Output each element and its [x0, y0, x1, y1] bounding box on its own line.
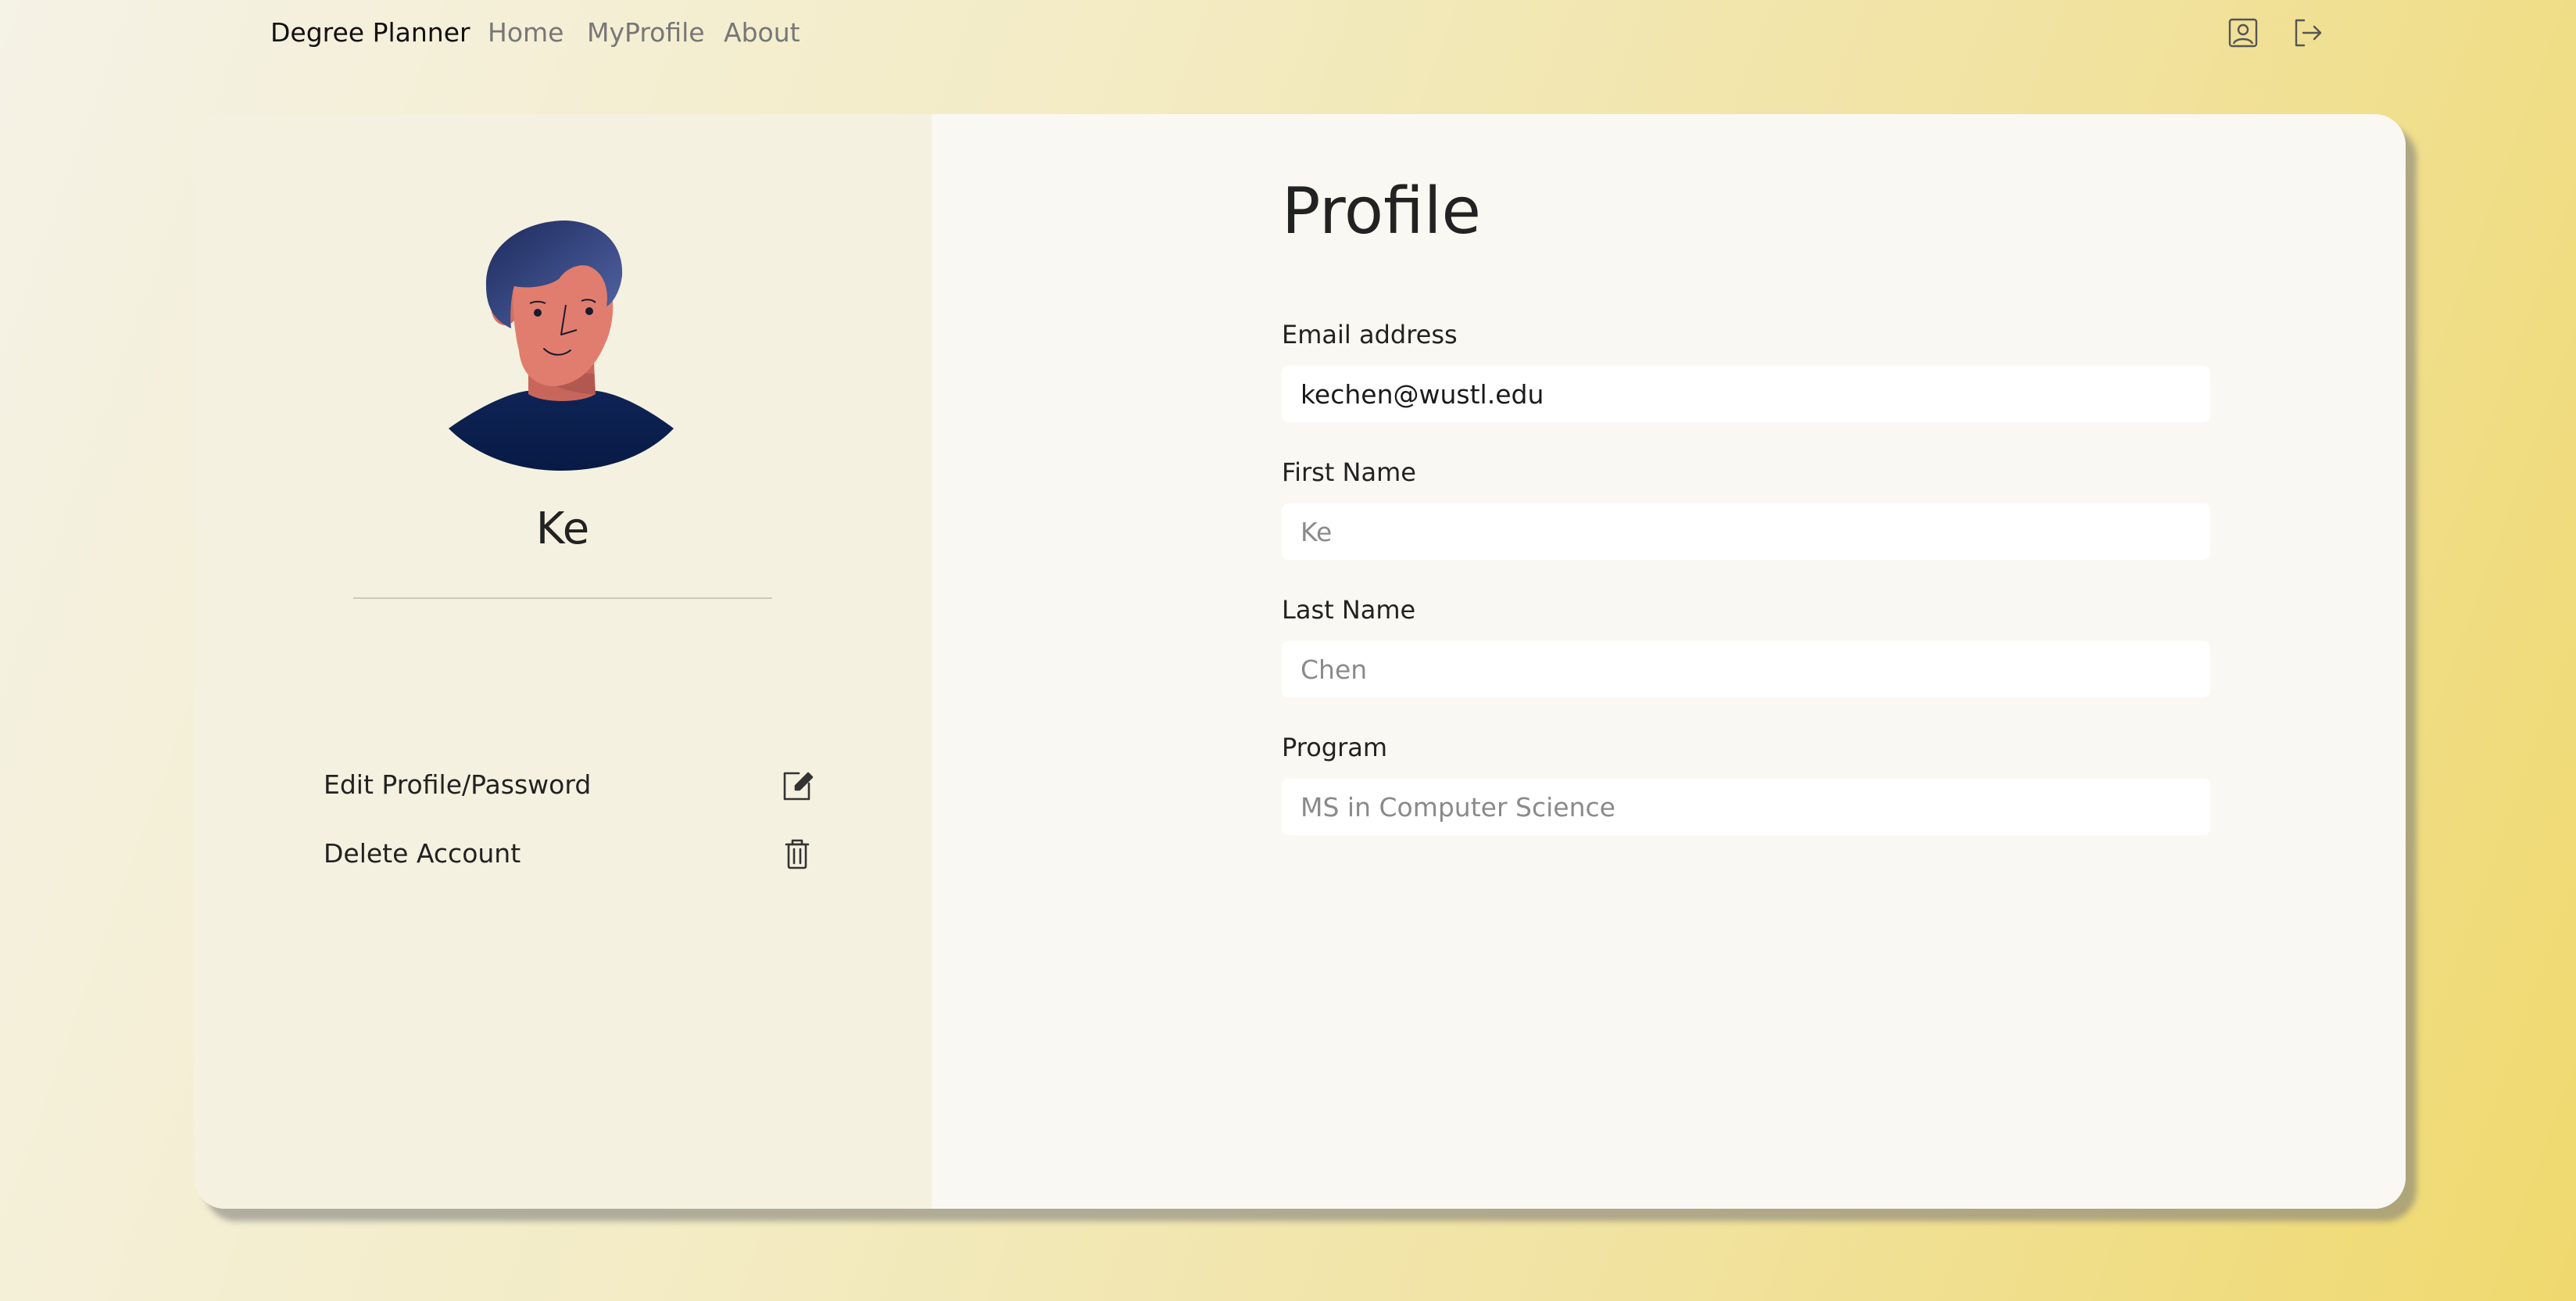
profile-card: Ke Edit Profile/Password Delete Account: [194, 114, 2406, 1209]
last-name-field[interactable]: [1282, 641, 2210, 697]
nav-link-home[interactable]: Home: [488, 16, 564, 50]
nav-link-myprofile[interactable]: MyProfile: [587, 16, 705, 50]
logout-icon[interactable]: [2291, 16, 2325, 50]
program-label: Program: [1282, 733, 1388, 762]
brand-link[interactable]: Degree Planner: [270, 16, 470, 50]
top-navbar: Degree Planner Home MyProfile About: [0, 0, 2576, 66]
edit-icon[interactable]: [778, 766, 816, 804]
profile-sidebar: Ke Edit Profile/Password Delete Account: [194, 114, 932, 1209]
avatar: [444, 189, 678, 474]
page-title: Profile: [1282, 174, 1481, 249]
delete-account-label: Delete Account: [324, 838, 521, 869]
profile-form-panel: Profile Email address First Name Last Na…: [932, 114, 2406, 1209]
user-name: Ke: [535, 504, 590, 554]
last-name-label: Last Name: [1282, 595, 1416, 625]
edit-profile-password-label: Edit Profile/Password: [324, 769, 592, 800]
email-label: Email address: [1282, 320, 1458, 349]
first-name-label: First Name: [1282, 457, 1416, 487]
program-field[interactable]: [1282, 779, 2210, 835]
first-name-field[interactable]: [1282, 504, 2210, 560]
email-field[interactable]: [1282, 366, 2210, 422]
nav-link-about[interactable]: About: [724, 16, 800, 50]
sidebar-divider: [353, 597, 772, 599]
edit-profile-password-button[interactable]: Edit Profile/Password: [324, 760, 816, 810]
profile-icon[interactable]: [2226, 16, 2260, 50]
trash-icon[interactable]: [778, 835, 816, 873]
delete-account-button[interactable]: Delete Account: [324, 829, 816, 879]
